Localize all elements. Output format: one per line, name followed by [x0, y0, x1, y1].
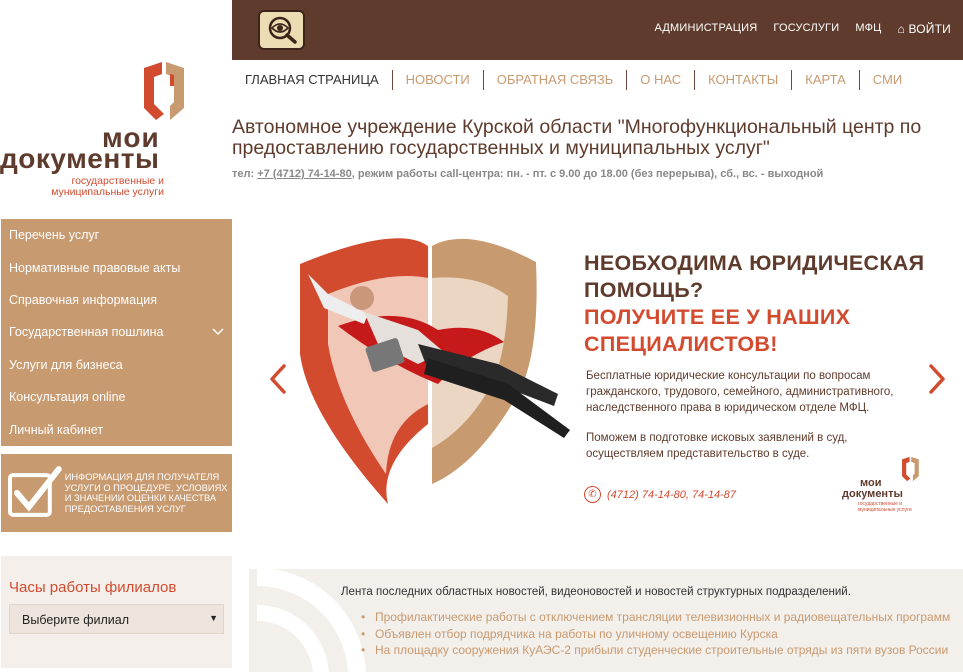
sidebar-item-business[interactable]: Услуги для бизнеса — [1, 349, 232, 381]
contact-line: тел: +7 (4712) 74-14-80, режим работы ca… — [232, 168, 823, 180]
mini-logo-documents: документы — [842, 488, 903, 500]
quality-banner-text: ИНФОРМАЦИЯ ДЛЯ ПОЛУЧАТЕЛЯ УСЛУГИ О ПРОЦЕ… — [64, 472, 228, 514]
nav-about[interactable]: О НАС — [627, 70, 696, 90]
sidebar-item-legal-acts[interactable]: Нормативные правовые акты — [1, 251, 232, 283]
sidebar-item-label: Услуги для бизнеса — [9, 357, 123, 372]
nav-map[interactable]: КАРТА — [792, 70, 860, 90]
nav-media[interactable]: СМИ — [860, 70, 915, 90]
home-icon: ⌂ — [897, 22, 905, 36]
slide-paragraph-consultations: Бесплатные юридические консультации по в… — [586, 370, 894, 414]
sidebar-item-label: Нормативные правовые акты — [9, 260, 181, 275]
top-bar: АДМИНИСТРАЦИЯ ГОСУСЛУГИ МФЦ ⌂ ВОЙТИ — [232, 0, 963, 60]
sidebar-menu: Перечень услуг Нормативные правовые акты… — [1, 219, 232, 446]
site-logo[interactable]: мои документы государственные и муниципа… — [0, 60, 232, 210]
news-item[interactable]: На площадку сооружения КуАЭС-2 прибыли с… — [361, 642, 950, 659]
sidebar-item-label: Личный кабинет — [9, 422, 104, 437]
sidebar-item-label: Государственная пошлина — [9, 325, 164, 340]
arrow-right-icon[interactable] — [925, 362, 949, 396]
checkbox-icon — [7, 466, 62, 517]
slide-heading-answer: ПОЛУЧИТЕ ЕЕ У НАШИХ СПЕЦИАЛИСТОВ! — [584, 304, 934, 358]
slide-illustration — [300, 238, 570, 504]
sidebar-item-reference-info[interactable]: Справочная информация — [1, 284, 232, 316]
sidebar-item-state-fee[interactable]: Государственная пошлина — [1, 316, 232, 348]
slide-phone: ✆ (4712) 74-14-80, 74-14-87 — [584, 486, 736, 503]
sidebar-item-label: Консультация online — [9, 390, 126, 405]
dropdown-arrow-icon: ▼ — [209, 613, 218, 623]
branch-select[interactable]: Выберите филиал ▼ — [9, 604, 224, 634]
top-nav-mfc[interactable]: МФЦ — [855, 22, 881, 36]
news-item[interactable]: Профилактические работы с отключением тр… — [361, 609, 950, 626]
contact-hours: , режим работы call-центра: пн. - пт. с … — [351, 168, 824, 180]
logo-text-documents: документы — [0, 143, 160, 174]
visually-impaired-button[interactable] — [258, 10, 305, 50]
nav-contacts[interactable]: КОНТАКТЫ — [695, 70, 793, 90]
sidebar-item-personal-account[interactable]: Личный кабинет — [1, 413, 232, 445]
top-nav: АДМИНИСТРАЦИЯ ГОСУСЛУГИ МФЦ ⌂ ВОЙТИ — [655, 22, 952, 36]
news-feed: Лента последних областных новостей, виде… — [249, 569, 963, 672]
slide-phone-number: (4712) 74-14-80, 74-14-87 — [607, 488, 737, 501]
phone-link[interactable]: +7 (4712) 74-14-80 — [257, 168, 351, 180]
slide-heading-answer-text: ПОЛУЧИТЕ ЕЕ У НАШИХ СПЕЦИАЛИСТОВ! — [584, 305, 851, 356]
quality-info-banner[interactable]: ИНФОРМАЦИЯ ДЛЯ ПОЛУЧАТЕЛЯ УСЛУГИ О ПРОЦЕ… — [1, 454, 232, 532]
nav-home[interactable]: ГЛАВНАЯ СТРАНИЦА — [232, 70, 393, 90]
sidebar-item-label: Перечень услуг — [9, 228, 100, 243]
arrow-left-icon[interactable] — [266, 362, 290, 396]
main-nav: ГЛАВНАЯ СТРАНИЦА НОВОСТИ ОБРАТНАЯ СВЯЗЬ … — [232, 70, 915, 90]
logo-mark-icon — [144, 62, 184, 120]
contact-prefix: тел: — [232, 168, 258, 180]
news-intro: Лента последних областных новостей, виде… — [341, 586, 851, 598]
organization-title: Автономное учреждение Курской области "М… — [232, 116, 922, 159]
slide-heading-question-text: НЕОБХОДИМА ЮРИДИЧЕСКАЯ ПОМОЩЬ? — [584, 251, 925, 302]
news-list: Профилактические работы с отключением тр… — [361, 609, 950, 659]
news-item[interactable]: Объявлен отбор подрядчика на работы по у… — [361, 626, 950, 643]
mini-logo-mark-icon — [902, 456, 919, 482]
page: АДМИНИСТРАЦИЯ ГОСУСЛУГИ МФЦ ⌂ ВОЙТИ мои … — [0, 0, 963, 672]
branch-select-value: Выберите филиал — [22, 613, 130, 627]
nav-feedback[interactable]: ОБРАТНАЯ СВЯЗЬ — [484, 70, 628, 90]
login-label: ВОЙТИ — [908, 22, 951, 36]
login-link[interactable]: ⌂ ВОЙТИ — [897, 22, 951, 36]
nav-news[interactable]: НОВОСТИ — [393, 70, 484, 90]
chevron-down-icon — [212, 328, 224, 336]
top-nav-gosuslugi[interactable]: ГОСУСЛУГИ — [773, 22, 839, 36]
mini-logo-subtitle: государственные и муниципальные услуги — [858, 501, 912, 513]
phone-icon: ✆ — [584, 486, 601, 503]
sidebar-item-online-consultation[interactable]: Консультация online — [1, 381, 232, 413]
slide-heading-question: НЕОБХОДИМА ЮРИДИЧЕСКАЯ ПОМОЩЬ? — [584, 250, 934, 304]
top-nav-administration[interactable]: АДМИНИСТРАЦИЯ — [655, 22, 758, 36]
slide-mini-logo: мои документы государственные и муниципа… — [840, 456, 920, 516]
sidebar-item-label: Справочная информация — [9, 292, 158, 307]
branch-hours-panel: Часы работы филиалов Выберите филиал ▼ — [1, 556, 232, 668]
branch-hours-title: Часы работы филиалов — [9, 579, 177, 596]
sidebar-item-services-list[interactable]: Перечень услуг — [1, 219, 232, 251]
logo-subtitle: государственные и муниципальные услуги — [51, 175, 164, 198]
promo-slider: НЕОБХОДИМА ЮРИДИЧЕСКАЯ ПОМОЩЬ? ПОЛУЧИТЕ … — [248, 220, 963, 540]
search-eye-icon — [268, 16, 297, 44]
